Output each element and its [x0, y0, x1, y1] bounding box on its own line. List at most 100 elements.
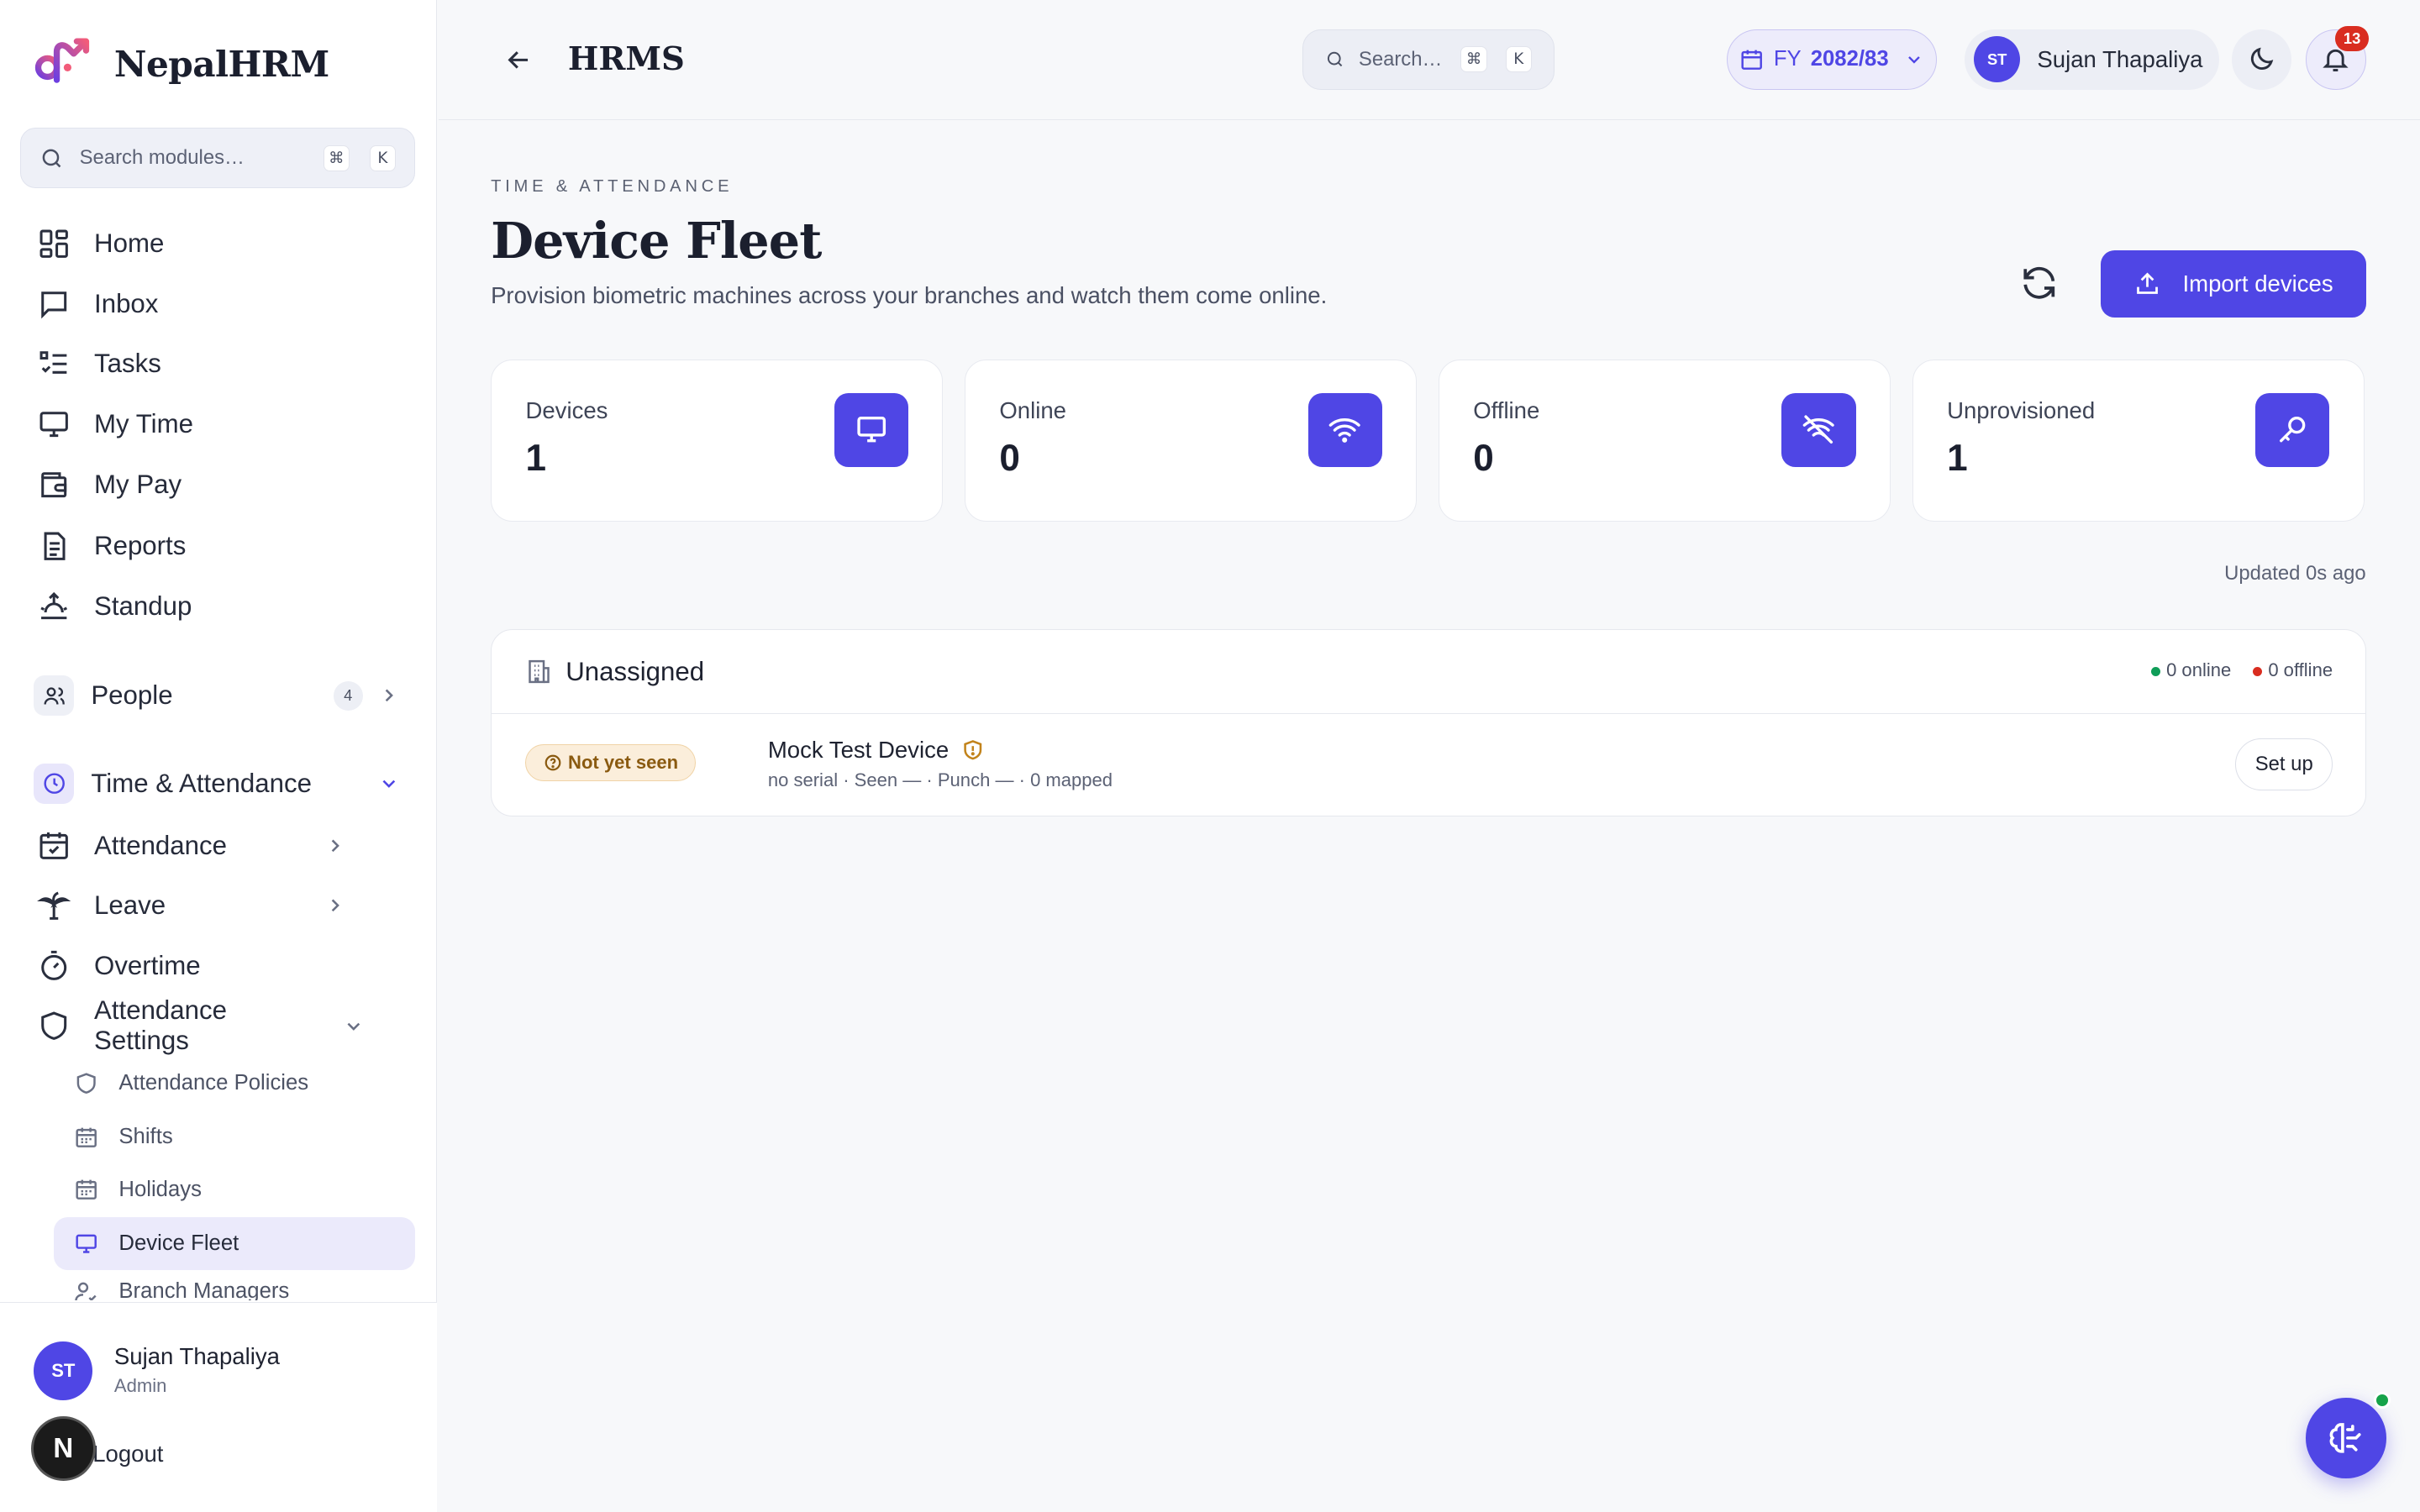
- offline-dot-icon: [2252, 666, 2262, 676]
- sidebar-subitem-branch-managers[interactable]: Branch Managers: [74, 1279, 289, 1301]
- import-devices-label: Import devices: [2182, 270, 2333, 297]
- help-circle-icon: [544, 754, 561, 771]
- document-icon: [44, 532, 66, 560]
- sidebar-subitem-device-fleet[interactable]: Device Fleet: [74, 1228, 239, 1259]
- user-check-icon: [75, 1282, 97, 1301]
- sidebar-item-overtime[interactable]: Overtime: [37, 946, 201, 986]
- sidebar-group-time-attendance[interactable]: Time & Attendance: [34, 760, 415, 806]
- logout-button[interactable]: Logout: [92, 1441, 163, 1467]
- chevron-down-icon: [382, 780, 396, 789]
- device-group-title: Unassigned: [566, 656, 705, 686]
- sidebar-item-label: Inbox: [94, 288, 159, 318]
- calendar-icon: [76, 1180, 97, 1200]
- calendar-check-icon: [39, 832, 68, 860]
- wallet-icon: [41, 471, 67, 497]
- search-icon: [42, 149, 61, 167]
- user-name: Sujan Thapaliya: [113, 1342, 280, 1369]
- chevron-right-icon: [385, 690, 393, 702]
- sidebar-item-my-pay[interactable]: My Pay: [37, 465, 182, 505]
- sidebar-item-label: Standup: [94, 591, 192, 621]
- stat-value: 0: [1473, 437, 1494, 479]
- clock-icon: [34, 764, 75, 804]
- shield-alert-icon: [964, 740, 982, 760]
- stat-card-offline: Offline 0: [1438, 359, 1891, 522]
- fiscal-year-prefix: FY: [1773, 47, 1802, 71]
- building-icon: [529, 660, 550, 684]
- stat-label: Unprovisioned: [1947, 397, 2096, 424]
- wifi-off-icon: [1781, 392, 1856, 467]
- people-count-badge: 4: [333, 680, 363, 711]
- brand[interactable]: NepalHRM: [34, 34, 329, 92]
- stat-label: Devices: [525, 397, 608, 424]
- stat-card-unprovisioned: Unprovisioned 1: [1912, 359, 2365, 522]
- sidebar-subitem-label: Shifts: [118, 1125, 173, 1149]
- avatar: ST: [1974, 36, 2021, 83]
- sidebar-item-standup[interactable]: Standup: [37, 586, 192, 627]
- user-role: Admin: [113, 1375, 167, 1397]
- sidebar-item-home[interactable]: Home: [37, 223, 164, 264]
- device-group-card: Unassigned 0 online 0 offline Not yet se…: [491, 629, 2366, 816]
- sidebar-item-attendance-settings[interactable]: Attendance Settings: [37, 995, 364, 1055]
- chevron-right-icon: [331, 839, 339, 852]
- stat-label: Online: [999, 397, 1066, 424]
- status-label: Not yet seen: [568, 752, 679, 774]
- import-devices-button[interactable]: Import devices: [2100, 249, 2366, 318]
- brand-logo-icon: [34, 34, 92, 92]
- sidebar-item-label: My Pay: [94, 469, 182, 499]
- module-search-input[interactable]: Search modules… ⌘ K: [19, 128, 416, 189]
- page-title: Device Fleet: [491, 211, 822, 270]
- sidebar-item-label: My Time: [94, 409, 193, 439]
- stat-card-devices: Devices 1: [491, 359, 944, 522]
- sidebar-group-people[interactable]: People 4: [34, 673, 415, 719]
- sidebar-item-inbox[interactable]: Inbox: [37, 284, 158, 324]
- dashboard-icon: [39, 229, 68, 258]
- module-search-placeholder: Search modules…: [79, 146, 245, 170]
- sidebar-item-label: Tasks: [94, 349, 161, 379]
- global-search-input[interactable]: Search… ⌘ K: [1302, 29, 1555, 90]
- sidebar-subitem-label: Attendance Policies: [118, 1070, 309, 1095]
- sidebar-subitem-attendance-policies[interactable]: Attendance Policies: [74, 1068, 308, 1099]
- assistant-fab-button[interactable]: [2306, 1398, 2386, 1478]
- avatar[interactable]: ST: [34, 1341, 93, 1400]
- sidebar-item-label: Attendance: [94, 830, 227, 860]
- key-icon: [2255, 392, 2330, 467]
- sidebar-subitem-label: Holidays: [118, 1177, 202, 1201]
- stat-card-online: Online 0: [964, 359, 1418, 522]
- fiscal-year-value: 2082/83: [1810, 47, 1889, 71]
- setup-device-button[interactable]: Set up: [2235, 738, 2333, 791]
- sidebar-item-tasks[interactable]: Tasks: [37, 344, 161, 385]
- sidebar-item-my-time[interactable]: My Time: [37, 404, 193, 444]
- dev-tools-badge[interactable]: N: [30, 1416, 96, 1482]
- arrow-left-icon: [508, 51, 528, 69]
- sidebar-subitem-holidays[interactable]: Holidays: [74, 1174, 202, 1205]
- device-group-header[interactable]: Unassigned 0 online 0 offline: [492, 630, 2365, 714]
- brain-icon: [2329, 1423, 2361, 1453]
- sidebar-group-label: Time & Attendance: [91, 769, 312, 799]
- theme-toggle-button[interactable]: [2231, 29, 2292, 90]
- shortcut-key: ⌘: [323, 144, 350, 171]
- sidebar-item-reports[interactable]: Reports: [37, 526, 186, 566]
- sidebar-subitem-shifts[interactable]: Shifts: [74, 1121, 173, 1152]
- shortcut-key: K: [369, 144, 397, 171]
- sidebar-item-label: Leave: [94, 890, 166, 921]
- section-eyebrow: TIME & ATTENDANCE: [491, 177, 734, 197]
- user-menu[interactable]: ST Sujan Thapaliya: [1965, 29, 2220, 90]
- back-button[interactable]: [503, 45, 534, 82]
- monitor-icon: [39, 412, 68, 438]
- shortcut-key: K: [1505, 46, 1532, 73]
- device-group-stats: 0 online 0 offline: [2150, 659, 2333, 681]
- fiscal-year-select[interactable]: FY 2082/83: [1727, 29, 1938, 90]
- refresh-button[interactable]: [2018, 262, 2060, 311]
- stat-value: 1: [525, 437, 546, 479]
- sidebar-item-label: Home: [94, 228, 165, 259]
- user-name: Sujan Thapaliya: [2037, 45, 2203, 72]
- global-search-placeholder: Search…: [1358, 47, 1443, 71]
- sidebar-item-attendance[interactable]: Attendance: [37, 826, 345, 866]
- sidebar-item-leave[interactable]: Leave: [37, 885, 345, 926]
- device-name-label: Mock Test Device: [767, 737, 950, 764]
- moon-icon: [2251, 47, 2274, 71]
- offline-count-label: 0 offline: [2268, 659, 2333, 681]
- sidebar-subitem-label: Branch Managers: [118, 1278, 290, 1301]
- sidebar-item-label: Reports: [94, 531, 187, 561]
- offline-count: 0 offline: [2252, 659, 2333, 681]
